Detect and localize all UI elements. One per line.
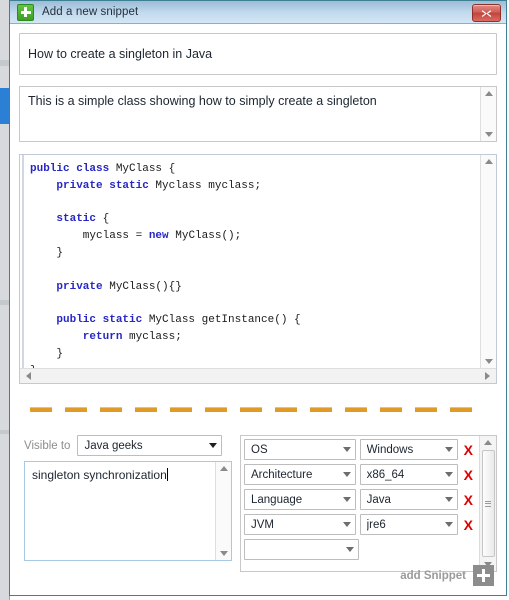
tag-key-value: Language — [251, 493, 303, 506]
keywords-text[interactable]: singleton synchronization — [25, 462, 215, 560]
code-horizontal-scrollbar[interactable] — [20, 368, 496, 383]
chevron-down-icon — [205, 436, 221, 455]
tags-scroll-thumb[interactable] — [481, 450, 495, 557]
tag-row: OS Windows X — [244, 439, 477, 460]
code-line: private static Myclass myclass; — [30, 179, 262, 192]
add-snippet-button[interactable] — [473, 565, 494, 586]
tag-value-text: Java — [366, 493, 391, 506]
dialog-body: This is a simple class showing how to si… — [10, 24, 506, 596]
scroll-right-icon[interactable] — [481, 370, 494, 382]
snippet-description-text[interactable]: This is a simple class showing how to si… — [20, 87, 480, 141]
tag-row: Language Java X — [244, 489, 477, 510]
code-line: static { — [30, 213, 110, 226]
code-line: private MyClass(){} — [30, 280, 182, 293]
grip-icon — [485, 499, 491, 508]
tag-key-select[interactable]: OS — [244, 439, 356, 460]
visibility-row: Visible to Java geeks — [24, 435, 223, 456]
chevron-down-icon — [441, 515, 457, 534]
screenshot-root: Add a new snippet This is a simple class… — [0, 0, 509, 600]
chevron-down-icon — [441, 440, 457, 459]
chevron-down-icon — [342, 540, 358, 559]
tag-key-select[interactable]: JVM — [244, 514, 356, 535]
snippet-description-field[interactable]: This is a simple class showing how to si… — [19, 86, 497, 142]
scroll-up-icon[interactable] — [482, 155, 495, 168]
tags-list: OS Windows X Architecture x86_64 X Language Jav… — [241, 436, 479, 571]
tag-value-select[interactable]: x86_64 — [359, 464, 458, 485]
tag-key-value: OS — [251, 443, 268, 456]
keywords-scrollbar[interactable] — [215, 462, 231, 560]
tag-value-select[interactable]: jre6 — [359, 514, 458, 535]
tag-key-select[interactable] — [244, 539, 359, 560]
code-line: return myclass; — [30, 330, 182, 343]
description-scrollbar[interactable] — [480, 87, 496, 141]
tag-value-text: Windows — [366, 443, 414, 456]
tags-panel: OS Windows X Architecture x86_64 X Language Jav… — [240, 435, 497, 572]
snippet-title-input[interactable] — [19, 33, 497, 75]
tag-row — [244, 539, 477, 560]
dashed-separator — [30, 407, 482, 412]
tag-key-select[interactable]: Architecture — [244, 464, 356, 485]
tag-value-text: jre6 — [366, 518, 386, 531]
code-line: public static MyClass getInstance() { — [30, 314, 301, 327]
code-line: } — [30, 246, 64, 259]
tag-value-select[interactable]: Windows — [359, 439, 458, 460]
visible-to-label: Visible to — [24, 439, 71, 452]
visible-to-value: Java geeks — [84, 439, 143, 452]
code-line: myclass = new MyClass(); — [30, 230, 242, 243]
chevron-down-icon — [339, 515, 355, 534]
code-vertical-scrollbar[interactable] — [480, 155, 496, 368]
scroll-down-icon[interactable] — [482, 355, 495, 368]
tag-key-value: JVM — [251, 518, 274, 531]
plus-square-green-icon — [17, 3, 34, 21]
tag-row: JVM jre6 X — [244, 514, 477, 535]
dialog-footer: add Snippet — [400, 565, 494, 586]
tag-value-text: x86_64 — [366, 468, 405, 481]
dialog-titlebar[interactable]: Add a new snippet — [10, 1, 506, 24]
chevron-down-icon — [339, 465, 355, 484]
visible-to-select[interactable]: Java geeks — [77, 435, 223, 456]
close-button[interactable] — [472, 4, 501, 22]
scroll-down-icon[interactable] — [482, 128, 495, 141]
tag-key-select[interactable]: Language — [244, 489, 356, 510]
tag-value-select[interactable]: Java — [359, 489, 458, 510]
add-snippet-dialog: Add a new snippet This is a simple class… — [9, 0, 507, 596]
add-snippet-label: add Snippet — [400, 569, 466, 582]
delete-tag-icon[interactable]: X — [460, 518, 477, 532]
tags-scrollbar[interactable] — [479, 436, 496, 571]
scroll-up-icon[interactable] — [217, 462, 230, 475]
code-editor[interactable]: public class MyClass { private static My… — [19, 154, 497, 384]
scroll-up-icon[interactable] — [482, 436, 495, 449]
delete-tag-icon[interactable]: X — [460, 443, 477, 457]
delete-tag-icon[interactable]: X — [460, 468, 477, 482]
chevron-down-icon — [339, 490, 355, 509]
tag-key-value: Architecture — [251, 468, 313, 481]
dialog-title: Add a new snippet — [42, 6, 139, 18]
text-caret — [166, 468, 168, 481]
keywords-value: singleton synchronization — [32, 468, 167, 482]
tag-row: Architecture x86_64 X — [244, 464, 477, 485]
scroll-up-icon[interactable] — [482, 87, 495, 100]
code-line: public class MyClass { — [30, 163, 176, 175]
code-editor-text[interactable]: public class MyClass { private static My… — [22, 155, 480, 368]
keywords-field[interactable]: singleton synchronization — [24, 461, 232, 561]
chevron-down-icon — [441, 465, 457, 484]
chevron-down-icon — [339, 440, 355, 459]
code-line: } — [30, 347, 64, 360]
delete-tag-icon[interactable]: X — [460, 493, 477, 507]
scroll-down-icon[interactable] — [217, 547, 230, 560]
chevron-down-icon — [441, 490, 457, 509]
scroll-left-icon[interactable] — [22, 370, 35, 382]
